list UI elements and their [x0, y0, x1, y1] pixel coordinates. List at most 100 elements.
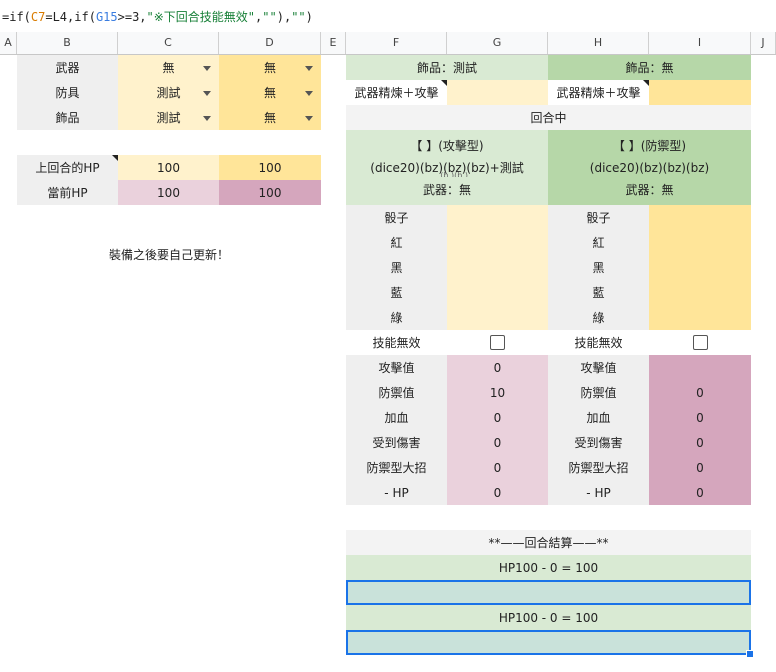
right-dice-formula: (dice20)(bz)(bz)(bz) [589, 160, 710, 175]
settlement-result-cell-1[interactable] [346, 580, 751, 605]
dropdown-value: 測試 [156, 111, 181, 125]
hp-current-c[interactable]: 100 [118, 180, 219, 205]
dropdown-arrow-icon[interactable] [305, 65, 313, 71]
right-refine-label: 武器精煉＋攻擊 [548, 80, 649, 105]
formula-text[interactable]: =if(C7=L4,if(G15>=3,"※下回合技能無效",""),"") [2, 8, 313, 25]
round-status: 回合中 [346, 105, 751, 130]
settlement-result-cell-2[interactable] [346, 630, 751, 655]
update-note: 裝備之後要自己更新！ [108, 248, 229, 262]
hp-prev-d[interactable]: 100 [219, 155, 321, 180]
settlement-line-2: HP100 - 0 = 100 [346, 605, 751, 630]
dropdown-arrow-icon[interactable] [305, 115, 313, 121]
left-stat-value-attack[interactable]: 0 [447, 355, 548, 380]
formula-bar[interactable]: =if(C7=L4,if(G15>=3,"※下回合技能無效",""),"") [0, 0, 776, 33]
dropdown-arrow-icon[interactable] [203, 90, 211, 96]
right-stat-label-ultimate: 防禦型大招 [548, 455, 649, 480]
left-type-block: 【 】(攻擊型) (dice20)(bz)(bz)(bz)+測試 (b )(b )… [346, 130, 548, 205]
column-header-c[interactable]: C [118, 32, 219, 54]
right-skill-disable-label: 技能無效 [574, 336, 623, 350]
column-header-g[interactable]: G [447, 32, 548, 54]
left-stat-value-ultimate[interactable]: 0 [447, 455, 548, 480]
right-skill-disable-checkbox[interactable] [692, 335, 708, 350]
formula-string: "" [262, 10, 277, 24]
left-stat-label-attack: 攻擊值 [346, 355, 447, 380]
equip-weapon-d-dropdown[interactable]: 無 [219, 55, 321, 80]
selection-fill-handle[interactable] [746, 650, 754, 658]
left-stat-value-heal[interactable]: 0 [447, 405, 548, 430]
hp-current-label: 當前HP [17, 180, 118, 205]
hp-current-d[interactable]: 100 [219, 180, 321, 205]
left-skill-disable-checkbox[interactable] [490, 335, 505, 350]
left-red-label: 紅 [346, 230, 447, 255]
dropdown-arrow-icon[interactable] [203, 115, 211, 121]
right-type-block: 【 】(防禦型) (dice20)(bz)(bz)(bz) 武器：無 [548, 130, 751, 205]
dropdown-arrow-icon[interactable] [305, 90, 313, 96]
dropdown-value: 無 [162, 61, 175, 75]
right-stat-value-ultimate[interactable]: 0 [649, 455, 751, 480]
left-stat-label-defense: 防禦值 [346, 380, 447, 405]
equip-armor-c-dropdown[interactable]: 測試 [118, 80, 219, 105]
formula-string: "" [291, 10, 306, 24]
left-blue-label: 藍 [346, 280, 447, 305]
right-type-title: 【 】(防禦型) [612, 138, 687, 153]
right-stat-value-hp-loss[interactable]: 0 [649, 480, 751, 505]
hp-prev-label: 上回合的HP [17, 155, 118, 180]
settlement-title: **——回合結算——** [346, 530, 751, 555]
formula-part: ), [276, 10, 292, 24]
left-dice-label: 骰子 [346, 205, 447, 230]
right-stat-value-damage[interactable]: 0 [649, 430, 751, 455]
equip-accessory-c-dropdown[interactable]: 測試 [118, 105, 219, 130]
left-stat-label-damage: 受到傷害 [346, 430, 447, 455]
right-stat-label-defense: 防禦值 [548, 380, 649, 405]
right-dice-label: 骰子 [548, 205, 649, 230]
column-header-j[interactable]: J [751, 32, 776, 54]
left-accessory-header: 飾品：測試 [346, 55, 548, 80]
column-header-e[interactable]: E [321, 32, 346, 54]
formula-ref-g15: G15 [95, 10, 118, 24]
column-header-f[interactable]: F [346, 32, 447, 54]
dropdown-arrow-icon[interactable] [203, 65, 211, 71]
left-type-title: 【 】(攻擊型) [410, 138, 484, 153]
left-dice-input-area[interactable] [447, 205, 548, 330]
equip-label-weapon: 武器 [17, 55, 118, 80]
right-stat-label-hp-loss: - HP [548, 480, 649, 505]
formula-part: =if( [2, 10, 31, 24]
left-refine-label-text: 武器精煉＋攻擊 [354, 86, 439, 100]
right-stat-value-heal[interactable]: 0 [649, 405, 751, 430]
equip-accessory-d-dropdown[interactable]: 無 [219, 105, 321, 130]
left-dice-overflow: (b )(b ) [440, 170, 468, 177]
left-stat-value-defense[interactable]: 10 [447, 380, 548, 405]
right-refine-input[interactable] [649, 80, 751, 105]
formula-string: "※下回合技能無效" [146, 10, 256, 24]
right-stat-value-defense[interactable]: 0 [649, 380, 751, 405]
equip-label-accessory: 飾品 [17, 105, 118, 130]
column-header-a[interactable]: A [0, 32, 17, 54]
left-stat-label-hp-loss: - HP [346, 480, 447, 505]
equip-weapon-c-dropdown[interactable]: 無 [118, 55, 219, 80]
dropdown-value: 無 [263, 86, 276, 100]
left-stat-value-damage[interactable]: 0 [447, 430, 548, 455]
formula-ref-c7: C7 [30, 10, 46, 24]
column-header-b[interactable]: B [17, 32, 118, 54]
hp-prev-c[interactable]: 100 [118, 155, 219, 180]
left-weapon: 武器：無 [422, 182, 471, 197]
equip-armor-d-dropdown[interactable]: 無 [219, 80, 321, 105]
formula-part: >=3, [117, 10, 147, 24]
left-stat-value-hp-loss[interactable]: 0 [447, 480, 548, 505]
right-weapon: 武器：無 [625, 182, 674, 197]
column-header-i[interactable]: I [649, 32, 751, 54]
left-dice-formula: (dice20)(bz)(bz)(bz)+測試 (b )(b ) [370, 157, 523, 179]
equip-label-armor: 防具 [17, 80, 118, 105]
dropdown-value: 無 [263, 61, 276, 75]
dropdown-value: 測試 [156, 86, 181, 100]
right-stat-label-attack: 攻擊值 [548, 355, 649, 380]
right-red-label: 紅 [548, 230, 649, 255]
right-accessory-header: 飾品：無 [548, 55, 751, 80]
right-dice-input-area[interactable] [649, 205, 751, 330]
left-refine-input[interactable] [447, 80, 548, 105]
hp-prev-label-text: 上回合的HP [35, 161, 100, 175]
left-stat-label-ultimate: 防禦型大招 [346, 455, 447, 480]
column-header-d[interactable]: D [219, 32, 321, 54]
column-header-h[interactable]: H [548, 32, 649, 54]
right-stat-value-attack[interactable] [649, 355, 751, 380]
